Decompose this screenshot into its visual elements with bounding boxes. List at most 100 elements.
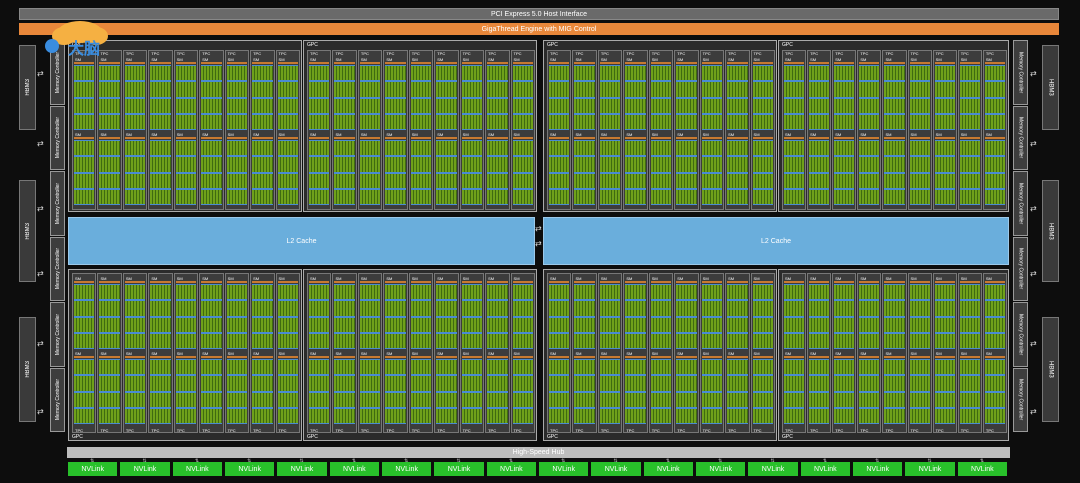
sm-header: [884, 281, 905, 283]
sm-core-block: [701, 359, 723, 376]
sm-core-block: [834, 359, 855, 376]
sm-core-block: [201, 284, 222, 301]
sm-core-block: [175, 316, 197, 333]
tpc: TPC SM SM: [750, 273, 775, 433]
sm-header: [334, 62, 355, 64]
sm-core-block: [884, 81, 905, 98]
sm-core-block: [909, 284, 930, 301]
sm-core-block: [650, 188, 672, 205]
sm-core-block: [436, 391, 457, 408]
tpc: TPC SM SM: [957, 50, 982, 210]
sm-core-block: [549, 391, 570, 408]
sm-header: [701, 356, 723, 358]
tpc: TPC SM SM: [357, 273, 383, 433]
tpc: TPC SM SM: [383, 50, 408, 210]
bidirectional-arrow-icon: ⇅: [979, 458, 985, 464]
bidirectional-arrow-icon: ⇅: [247, 458, 252, 464]
sm-core-block: [701, 375, 723, 392]
watermark-logo: 大脑: [45, 21, 108, 58]
sm-core-block: [436, 375, 457, 392]
nvlink-label: NVLink: [709, 465, 732, 473]
sm-core-block: [884, 156, 905, 173]
sm-header: [959, 356, 980, 358]
sm-core-block: [359, 188, 381, 205]
sm-core-block: [175, 300, 197, 317]
sm-core-block: [124, 113, 146, 130]
sm-core-block: [175, 65, 197, 82]
tpc: TPC SM SM: [857, 273, 882, 433]
sm-header: [124, 281, 146, 283]
tpc: TPC SM SM: [408, 50, 434, 210]
sm-core-block: [549, 172, 570, 189]
sm-core-block: [252, 407, 273, 424]
sm-core-block: [359, 316, 381, 333]
sm-header: [809, 62, 830, 64]
sm-core-block: [549, 81, 570, 98]
sm-core-block: [359, 300, 381, 317]
sm-header: [909, 356, 930, 358]
sm-core-block: [436, 188, 457, 205]
sm-core-block: [410, 359, 432, 376]
nvlink: NVLink: [748, 462, 798, 476]
sm-core-block: [124, 65, 146, 82]
sm-core-block: [701, 156, 723, 173]
sm-core-block: [574, 359, 595, 376]
sm-core-block: [834, 65, 855, 82]
sm-core-block: [549, 407, 570, 424]
nvlink-label: NVLink: [133, 465, 157, 473]
sm-core-block: [599, 359, 621, 376]
sm-core-block: [150, 375, 171, 392]
sm-core-block: [650, 284, 672, 301]
memory-controller-left: Memory Controller: [50, 171, 65, 236]
hbm-label: HBM3: [24, 79, 31, 96]
gpc: GPC TPC SM SM TPC SM SM TPC SM SM TPC SM SM TPC SM SM TP…: [543, 40, 777, 212]
tpc-label: TPC: [935, 428, 944, 433]
sm-header: [124, 62, 146, 64]
sm-core-block: [487, 172, 508, 189]
nvlink-label: NVLink: [238, 465, 261, 473]
sm-header: [150, 356, 171, 358]
sm-core-block: [934, 188, 955, 205]
tpc-label: TPC: [910, 51, 919, 56]
sm-core-block: [984, 391, 1005, 408]
sm-core-block: [74, 156, 95, 173]
bidirectional-arrow-icon: ⇅: [718, 458, 723, 464]
sm-core-block: [934, 407, 955, 424]
sm-core-block: [436, 140, 457, 157]
sm-core-block: [309, 359, 330, 376]
sm-core-block: [252, 113, 273, 130]
sm-core-block: [909, 407, 930, 424]
tpc: TPC SM SM: [173, 50, 199, 210]
tpc: TPC SM SM: [857, 50, 882, 210]
sm-header: [252, 281, 273, 283]
sm-core-block: [549, 97, 570, 114]
sm-core-block: [752, 140, 773, 157]
sm-core-block: [385, 316, 406, 333]
sm-core-block: [124, 284, 146, 301]
sm-core-block: [436, 172, 457, 189]
pcie-host-interface: PCI Express 5.0 Host Interface: [19, 8, 1059, 20]
sm-core-block: [727, 140, 748, 157]
tpc: TPC SM SM: [148, 50, 173, 210]
sm-header: [959, 137, 980, 139]
nvlink: NVLink: [957, 462, 1007, 476]
sm-core-block: [859, 188, 880, 205]
sm-core-block: [436, 156, 457, 173]
tpc: TPC SM SM: [597, 273, 623, 433]
sm-core-block: [461, 140, 483, 157]
sm-core-block: [512, 407, 533, 424]
sm-header: [984, 137, 1005, 139]
sm-core-block: [226, 113, 248, 130]
bidirectional-arrow-icon: ⇅: [456, 458, 461, 464]
gpc-label: GPC: [782, 434, 793, 440]
sm-core-block: [884, 316, 905, 333]
sm-core-block: [99, 284, 120, 301]
bidirectional-arrow-icon: ⇄: [37, 269, 44, 278]
sm-core-block: [727, 316, 748, 333]
sm-core-block: [834, 156, 855, 173]
sm-core-block: [252, 188, 273, 205]
tpc: TPC SM SM: [199, 50, 224, 210]
tpc-label: TPC: [626, 51, 635, 56]
tpc: TPC SM SM: [224, 273, 250, 433]
sm-core-block: [385, 359, 406, 376]
